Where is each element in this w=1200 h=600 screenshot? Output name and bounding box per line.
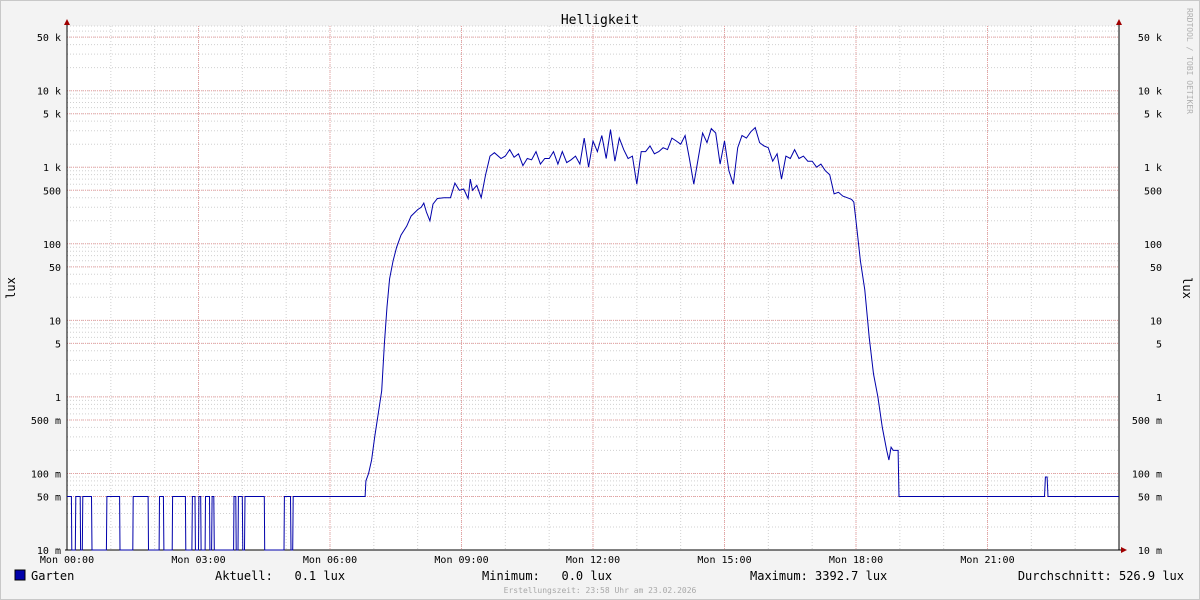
y-tick-label-left: 1 bbox=[55, 393, 61, 404]
y-axis-label-left: lux bbox=[4, 277, 18, 299]
y-tick-label-left: 5 k bbox=[43, 110, 61, 121]
y-tick-label-right: 50 m bbox=[1138, 492, 1162, 503]
x-tick-label: Mon 12:00 bbox=[566, 555, 620, 566]
y-tick-label-left: 5 bbox=[55, 339, 61, 350]
y-tick-label-right: 10 m bbox=[1138, 546, 1162, 557]
y-tick-label-right: 100 bbox=[1144, 240, 1162, 251]
y-axis-arrow-right bbox=[1116, 19, 1122, 25]
legend-average: Durchschnitt: 526.9 lux bbox=[1018, 569, 1184, 583]
y-tick-label-left: 50 m bbox=[37, 492, 61, 503]
y-tick-label-left: 500 bbox=[43, 186, 61, 197]
y-axis-label-right: lux bbox=[1180, 277, 1194, 299]
x-tick-label: Mon 18:00 bbox=[829, 555, 883, 566]
y-tick-label-right: 5 k bbox=[1144, 110, 1162, 121]
brightness-chart: 10 m 10 m50 m 50 m100 m 100 m500 m 500 m1 15 5… bbox=[4, 8, 1194, 595]
legend-series-label: Garten bbox=[31, 569, 74, 583]
y-tick-label-left: 100 m bbox=[31, 469, 61, 480]
y-tick-label-left: 10 k bbox=[37, 87, 61, 98]
x-tick-label: Mon 09:00 bbox=[434, 555, 488, 566]
y-tick-label-left: 100 bbox=[43, 240, 61, 251]
watermark: RRDTOOL / TOBI OETIKER bbox=[1185, 8, 1194, 114]
legend-maximum: Maximum: 3392.7 lux bbox=[750, 569, 887, 583]
chart-window: 10 m 10 m 50 m 50 m 100 m 100 m 500 m 500 m1155… bbox=[0, 0, 1200, 600]
legend-current: Aktuell: 0.1 lux bbox=[215, 569, 345, 583]
chart-title: Helligkeit bbox=[561, 13, 639, 28]
legend-minimum: Minimum: 0.0 lux bbox=[482, 569, 612, 583]
legend-swatch bbox=[14, 569, 26, 581]
y-tick-label-right: 1 k bbox=[1144, 163, 1162, 174]
x-axis-arrow bbox=[1121, 547, 1127, 553]
x-tick-label: Mon 00:00 bbox=[40, 555, 94, 566]
y-tick-label-right: 10 k bbox=[1138, 87, 1162, 98]
y-tick-label-left: 1 k bbox=[43, 163, 61, 174]
y-axis-arrow-left bbox=[64, 19, 70, 25]
y-tick-label-left: 50 bbox=[49, 263, 61, 274]
y-tick-label-right: 5 bbox=[1156, 339, 1162, 350]
x-tick-label: Mon 15:00 bbox=[697, 555, 751, 566]
y-tick-label-right: 50 k bbox=[1138, 33, 1162, 44]
y-tick-label-right: 1 bbox=[1156, 393, 1162, 404]
y-tick-label-right: 10 bbox=[1150, 316, 1162, 327]
y-tick-label-right: 100 m bbox=[1132, 469, 1162, 480]
y-tick-label-left: 10 bbox=[49, 316, 61, 327]
x-tick-label: Mon 21:00 bbox=[960, 555, 1014, 566]
x-tick-label: Mon 06:00 bbox=[303, 555, 357, 566]
y-tick-label-right: 500 bbox=[1144, 186, 1162, 197]
x-tick-label: Mon 03:00 bbox=[171, 555, 225, 566]
y-tick-label-right: 50 bbox=[1150, 263, 1162, 274]
y-tick-label-right: 500 m bbox=[1132, 416, 1162, 427]
y-tick-label-left: 500 m bbox=[31, 416, 61, 427]
y-tick-label-left: 50 k bbox=[37, 33, 61, 44]
footer-timestamp: Erstellungszeit: 23:58 Uhr am 23.02.2026 bbox=[504, 586, 697, 595]
